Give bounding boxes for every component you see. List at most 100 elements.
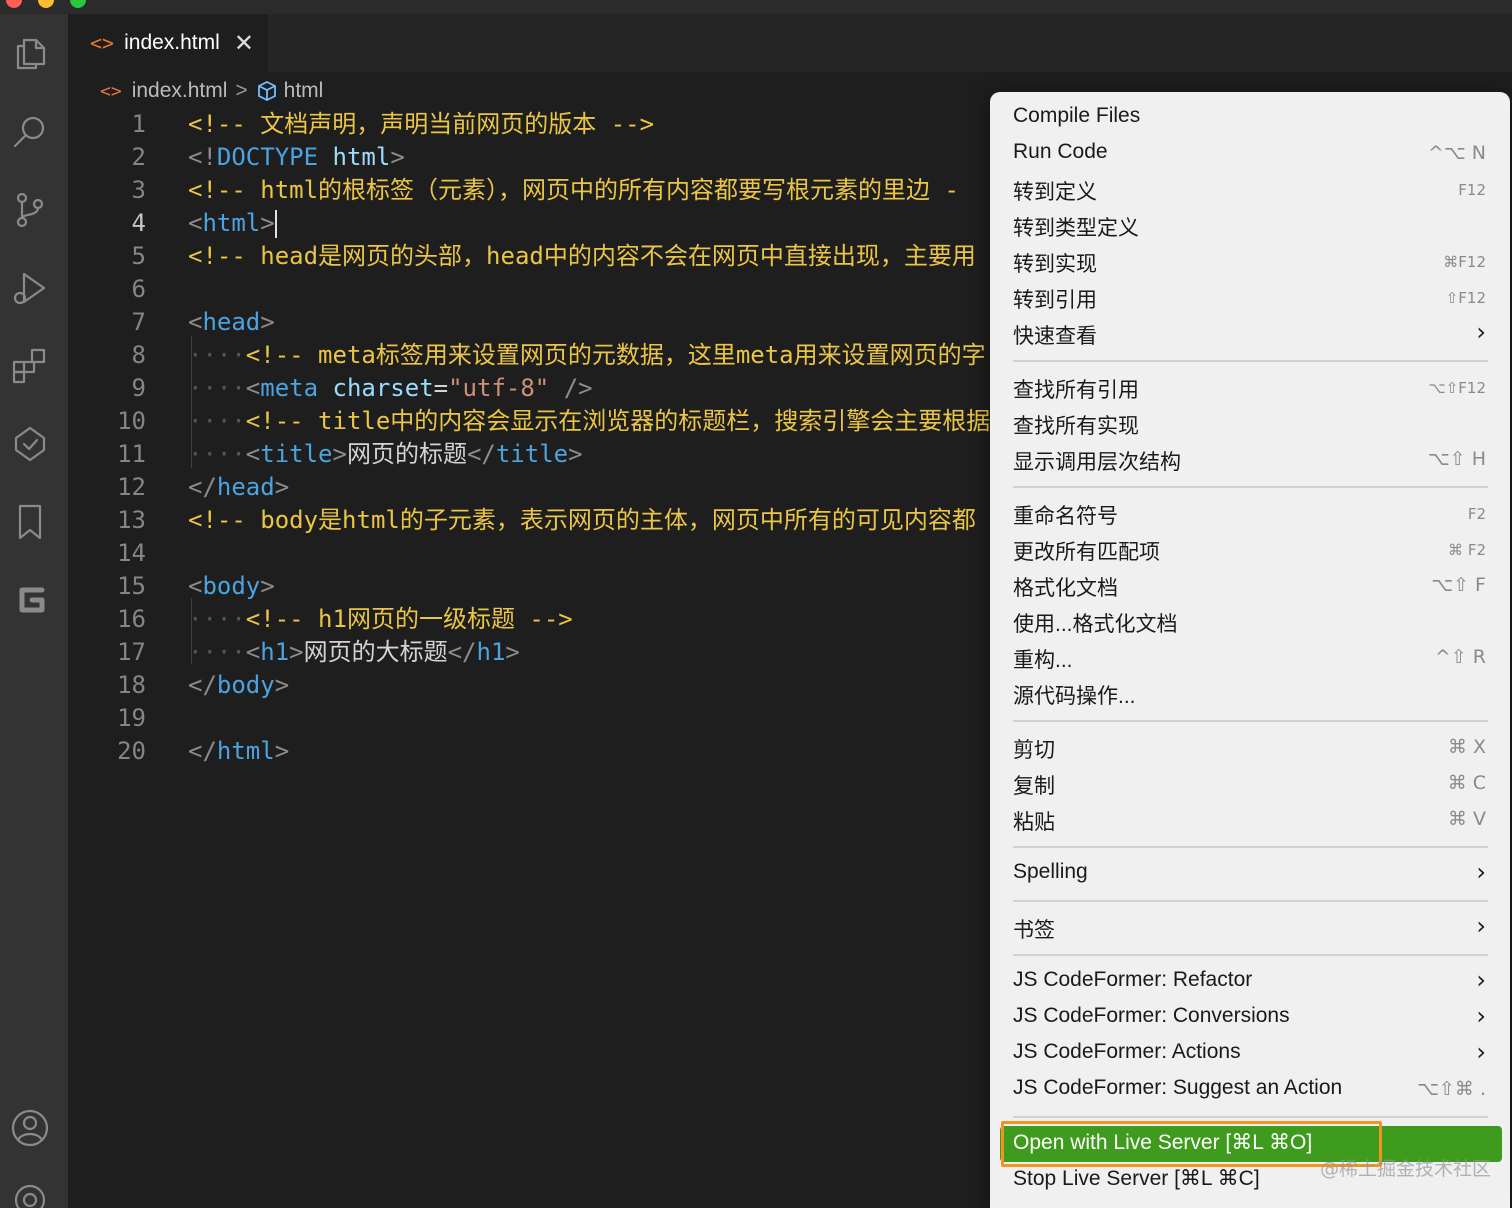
close-window-button[interactable]: [6, 0, 22, 8]
menu-item-shortcut: ⌘ V: [1447, 808, 1486, 830]
menu-item-label: 重命名符号: [1013, 505, 1118, 528]
code-text: <!-- html的根标签（元素），网页中的所有内容都要写根元素的里边 -: [188, 176, 959, 204]
menu-item-label: 重构...: [1013, 649, 1073, 672]
code-text: 网页的大标题: [303, 638, 448, 666]
menu-item-rename-symbol[interactable]: 重命名符号 F2: [990, 496, 1510, 532]
menu-item-codeformer-actions[interactable]: JS CodeFormer: Actions ›: [990, 1036, 1510, 1072]
explorer-icon[interactable]: [8, 32, 52, 76]
menu-item-format-document-with[interactable]: 使用...格式化文档: [990, 604, 1510, 640]
menu-item-go-to-references[interactable]: 转到引用 ⇧F12: [990, 280, 1510, 316]
menu-item-codeformer-suggest[interactable]: JS CodeFormer: Suggest an Action ⌥⇧⌘ .: [990, 1072, 1510, 1108]
menu-item-cut[interactable]: 剪切 ⌘ X: [990, 730, 1510, 766]
code-tag: html: [216, 737, 275, 765]
menu-item-shortcut: ⌥⇧ H: [1427, 448, 1486, 470]
menu-item-spelling[interactable]: Spelling ›: [990, 856, 1510, 892]
menu-item-go-to-implementation[interactable]: 转到实现 ⌘F12: [990, 244, 1510, 280]
tab-bar: <> index.html ✕: [68, 14, 1512, 72]
menu-item-compile-files[interactable]: Compile Files: [990, 100, 1510, 136]
menu-item-find-all-references[interactable]: 查找所有引用 ⌥⇧F12: [990, 370, 1510, 406]
menu-item-peek[interactable]: 快速查看 ›: [990, 316, 1510, 352]
line-number: 1: [131, 110, 146, 138]
menu-item-label: 源代码操作...: [1013, 685, 1136, 708]
menu-item-show-call-hierarchy[interactable]: 显示调用层次结构 ⌥⇧ H: [990, 442, 1510, 478]
code-text: <!-- h1网页的一级标题 -->: [245, 605, 573, 633]
minimize-window-button[interactable]: [38, 0, 54, 8]
search-icon[interactable]: [8, 110, 52, 154]
tab-index-html[interactable]: <> index.html ✕: [68, 14, 268, 72]
gitlens-icon[interactable]: [8, 578, 52, 622]
settings-gear-icon[interactable]: [8, 1178, 52, 1208]
code-tag: head: [216, 473, 275, 501]
menu-separator: [1013, 1116, 1488, 1118]
menu-item-change-all-occurrences[interactable]: 更改所有匹配项 ⌘ F2: [990, 532, 1510, 568]
menu-item-label: 转到类型定义: [1013, 217, 1139, 240]
code-attr: html: [332, 143, 391, 171]
close-icon[interactable]: ✕: [234, 29, 254, 57]
code-tag: html: [202, 209, 261, 237]
chevron-right-icon: ›: [1476, 858, 1486, 886]
menu-item-format-document[interactable]: 格式化文档 ⌥⇧ F: [990, 568, 1510, 604]
menu-item-bookmarks[interactable]: 书签 ›: [990, 910, 1510, 946]
source-control-icon[interactable]: [8, 188, 52, 232]
code-punct: </: [466, 440, 496, 468]
line-number: 12: [117, 473, 146, 501]
code-punct: >: [274, 737, 290, 765]
zoom-window-button[interactable]: [70, 0, 86, 8]
line-number: 10: [117, 407, 146, 435]
menu-item-refactor[interactable]: 重构... ^⇧ R: [990, 640, 1510, 676]
menu-item-label: 查找所有引用: [1013, 379, 1139, 402]
bookmarks-icon[interactable]: [8, 500, 52, 544]
extensions-icon[interactable]: [8, 344, 52, 388]
breadcrumb-file[interactable]: index.html: [132, 79, 228, 103]
menu-item-label: JS CodeFormer: Conversions: [1013, 1004, 1290, 1027]
code-punct: <: [188, 572, 203, 600]
menu-item-codeformer-conversions[interactable]: JS CodeFormer: Conversions ›: [990, 1000, 1510, 1036]
whitespace-dots: ····: [188, 440, 246, 468]
line-number: 18: [117, 671, 146, 699]
code-text: <!-- meta标签用来设置网页的元数据，这里meta用来设置网页的字: [245, 341, 986, 369]
line-number: 2: [131, 143, 146, 171]
menu-item-copy[interactable]: 复制 ⌘ C: [990, 766, 1510, 802]
menu-item-label: Compile Files: [1013, 104, 1141, 127]
menu-item-label: 快速查看: [1013, 325, 1097, 348]
breadcrumb-symbol[interactable]: html: [284, 79, 324, 103]
menu-item-go-to-type-definition[interactable]: 转到类型定义: [990, 208, 1510, 244]
menu-item-label: Run Code: [1013, 140, 1108, 163]
line-number: 6: [131, 275, 146, 303]
code-punct: =: [433, 374, 449, 402]
menu-item-shortcut: ⌘F12: [1443, 253, 1486, 271]
menu-separator: [1013, 846, 1488, 848]
menu-item-source-action[interactable]: 源代码操作...: [990, 676, 1510, 712]
account-icon[interactable]: [8, 1106, 52, 1150]
code-text: <!-- head是网页的头部，head中的内容不会在网页中直接出现，主要用: [188, 242, 976, 270]
code-punct: </: [188, 671, 217, 699]
run-debug-icon[interactable]: [8, 266, 52, 310]
code-text: <!-- title中的内容会显示在浏览器的标题栏，搜索引擎会主要根据: [245, 407, 991, 435]
chevron-right-icon: ›: [1476, 912, 1486, 940]
code-punct: <: [245, 374, 261, 402]
code-punct: </: [188, 473, 217, 501]
menu-item-go-to-definition[interactable]: 转到定义 F12: [990, 172, 1510, 208]
menu-item-shortcut: ⌘ X: [1447, 736, 1486, 758]
menu-item-codeformer-refactor[interactable]: JS CodeFormer: Refactor ›: [990, 964, 1510, 1000]
code-punct: <: [188, 308, 203, 336]
tab-label: index.html: [124, 31, 220, 54]
menu-item-shortcut: ⌥⇧⌘ .: [1417, 1078, 1486, 1100]
code-tag: body: [216, 671, 275, 699]
menu-item-run-code[interactable]: Run Code ^⌥ N: [990, 136, 1510, 172]
code-text: <!-- 文档声明，声明当前网页的版本 -->: [188, 110, 655, 138]
symbol-cube-icon: [257, 80, 276, 102]
line-number: 5: [131, 242, 146, 270]
code-punct: </: [188, 737, 217, 765]
menu-item-label: 格式化文档: [1013, 577, 1118, 600]
testing-icon[interactable]: [8, 422, 52, 466]
line-number: 3: [131, 176, 146, 204]
line-number: 11: [117, 440, 146, 468]
menu-item-find-all-implementations[interactable]: 查找所有实现: [990, 406, 1510, 442]
menu-item-paste[interactable]: 粘贴 ⌘ V: [990, 802, 1510, 838]
menu-item-label: 使用...格式化文档: [1013, 613, 1178, 636]
breadcrumb: <> index.html > html: [100, 76, 323, 106]
menu-item-label: 转到定义: [1013, 181, 1097, 204]
menu-item-shortcut: ^⇧ R: [1434, 646, 1486, 668]
code-text: 网页的标题: [346, 440, 467, 468]
